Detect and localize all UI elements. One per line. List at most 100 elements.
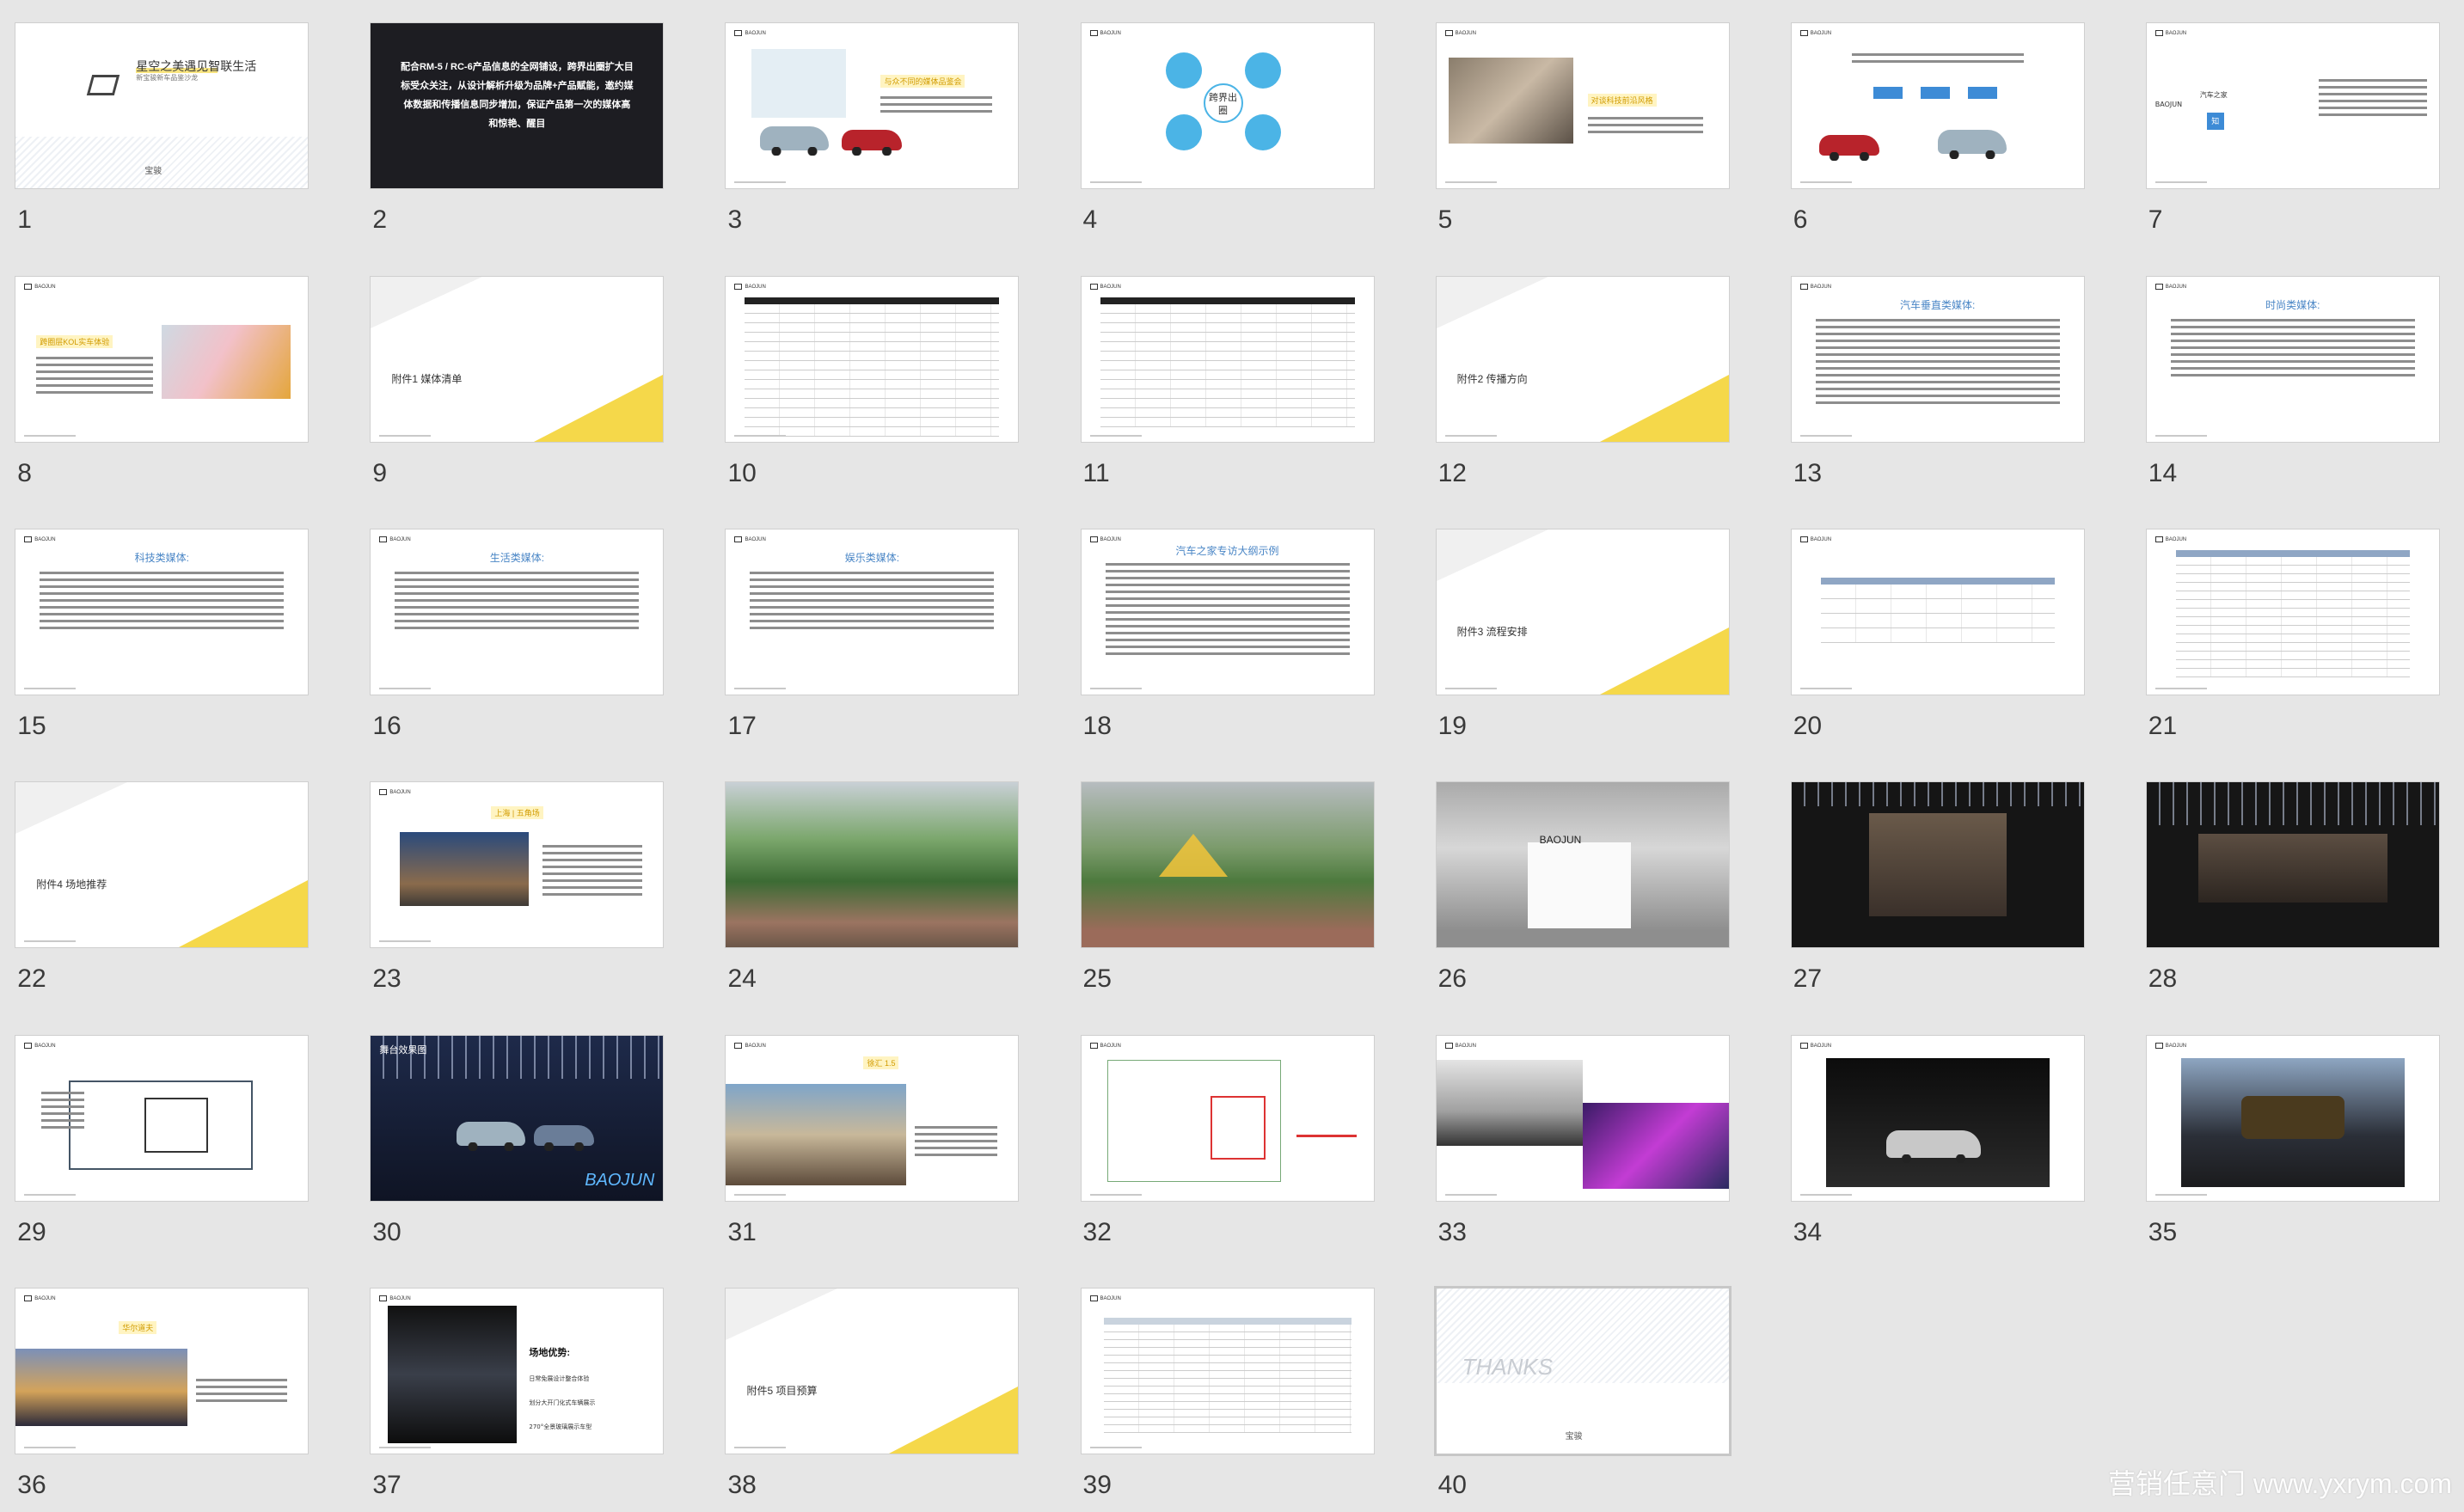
slide-title: 与众不同的媒体品鉴会 xyxy=(880,75,965,89)
slide-preview[interactable]: BAOJUN 场地优势: 日常免展设计整合体验 划分大开门化式车辆展示 270°… xyxy=(371,1289,664,1454)
slide-preview[interactable]: BAOJUN 上海 | 五角场 xyxy=(371,782,664,948)
slide-thumbnail-13[interactable]: BAOJUN 汽车垂直类媒体: 13 xyxy=(1791,276,2084,500)
slide-thumbnail-32[interactable]: BAOJUN 32 xyxy=(1081,1035,1374,1259)
schedule-table xyxy=(1820,578,2055,646)
slide-preview[interactable]: BAOJUN 时尚类媒体: xyxy=(2146,276,2439,442)
slide-thumbnail-34[interactable]: BAOJUN 34 xyxy=(1791,1035,2084,1259)
slide-thumbnail-1[interactable]: 星空之美遇见智联生活 新宝骏新车品鉴沙龙 宝骏 1 xyxy=(15,23,309,247)
venue-photo xyxy=(726,1083,907,1185)
slide-thumbnail-4[interactable]: BAOJUN 跨界出圈 4 xyxy=(1081,23,1374,247)
slide-preview[interactable]: BAOJUN 附件5 项目预算 xyxy=(726,1289,1019,1454)
slide-thumbnail-27[interactable]: 27 xyxy=(1791,782,2084,1006)
slide-thumbnail-39[interactable]: BAOJUN 39 xyxy=(1081,1289,1374,1512)
slide-thumbnail-5[interactable]: BAOJUN 对谈科技前沿风格 5 xyxy=(1436,23,1729,247)
slide-thumbnail-9[interactable]: BAOJUN 附件1 媒体清单 9 xyxy=(371,276,664,500)
slide-title: 科技类媒体: xyxy=(134,552,189,565)
media-table xyxy=(1100,297,1355,427)
brand-mark: 宝骏 xyxy=(1565,1432,1583,1442)
slide-preview[interactable]: BAOJUN 跨圈层KOL实车体验 xyxy=(15,276,309,442)
slide-thumbnail-10[interactable]: BAOJUN 10 xyxy=(726,276,1019,500)
slide-preview[interactable]: BAOJUN 娱乐类媒体: xyxy=(726,530,1019,695)
slide-preview[interactable] xyxy=(1791,782,2084,948)
slide-preview[interactable]: BAOJUN xyxy=(1081,1289,1374,1454)
slide-thumbnail-37[interactable]: BAOJUN 场地优势: 日常免展设计整合体验 划分大开门化式车辆展示 270°… xyxy=(371,1289,664,1512)
slide-preview[interactable]: 星空之美遇见智联生活 新宝骏新车品鉴沙龙 宝骏 xyxy=(15,23,309,189)
slide-preview[interactable]: BAOJUN 华尔道夫 xyxy=(15,1289,309,1454)
slide-title: 生活类媒体: xyxy=(489,552,545,565)
slide-number: 38 xyxy=(727,1471,757,1500)
slide-preview[interactable]: BAOJUN 对谈科技前沿风格 xyxy=(1436,23,1729,189)
slide-number: 16 xyxy=(372,712,401,741)
slide-preview[interactable]: BAOJUN 附件1 媒体清单 xyxy=(371,276,664,442)
slide-preview[interactable]: 舞台效果图 BAOJUN xyxy=(371,1035,664,1201)
slide-preview[interactable]: BAOJUN xyxy=(1436,782,1729,948)
slide-preview[interactable]: BAOJUN 与众不同的媒体品鉴会 xyxy=(726,23,1019,189)
slide-preview[interactable]: BAOJUN xyxy=(1436,1035,1729,1201)
slide-preview[interactable]: BAOJUN xyxy=(2146,1035,2439,1201)
slide-thumbnail-40[interactable]: THANKS 宝骏 40 xyxy=(1436,1289,1729,1512)
slide-thumbnail-21[interactable]: BAOJUN 21 xyxy=(2146,530,2439,753)
slide-preview[interactable]: BAOJUN 附件3 流程安排 xyxy=(1436,530,1729,695)
slide-thumbnail-23[interactable]: BAOJUN 上海 | 五角场 23 xyxy=(371,782,664,1006)
slide-preview[interactable]: BAOJUN xyxy=(1081,276,1374,442)
slide-thumbnail-33[interactable]: BAOJUN 33 xyxy=(1436,1035,1729,1259)
slide-preview[interactable]: BAOJUN xyxy=(726,276,1019,442)
slide-thumbnail-36[interactable]: BAOJUN 华尔道夫 36 xyxy=(15,1289,309,1512)
slide-number: 5 xyxy=(1437,205,1453,235)
slide-preview[interactable]: BAOJUN xyxy=(2146,530,2439,695)
slide-preview[interactable]: BAOJUN xyxy=(15,1035,309,1201)
slide-thumbnail-6[interactable]: BAOJUN 6 xyxy=(1791,23,2084,247)
slide-preview[interactable]: BAOJUN xyxy=(1791,1035,2084,1201)
slide-preview[interactable]: BAOJUN 徐汇 1.5 xyxy=(726,1035,1019,1201)
slide-preview[interactable]: BAOJUN 科技类媒体: xyxy=(15,530,309,695)
slide-thumbnail-3[interactable]: BAOJUN 与众不同的媒体品鉴会 3 xyxy=(726,23,1019,247)
venue-photo xyxy=(400,832,530,907)
slide-preview[interactable]: BAOJUN 汽车垂直类媒体: xyxy=(1791,276,2084,442)
slide-thumbnail-17[interactable]: BAOJUN 娱乐类媒体: 17 xyxy=(726,530,1019,753)
slide-preview[interactable]: BAOJUN 附件2 传播方向 xyxy=(1436,276,1729,442)
slide-preview[interactable]: BAOJUN xyxy=(1791,23,2084,189)
slide-preview[interactable]: BAOJUN 跨界出圈 xyxy=(1081,23,1374,189)
slide-preview[interactable]: BAOJUN 附件4 场地推荐 xyxy=(15,782,309,948)
slide-preview[interactable]: BAOJUN BAOJUN 汽车之家 知 xyxy=(2146,23,2439,189)
slide-thumbnail-14[interactable]: BAOJUN 时尚类媒体: 14 xyxy=(2146,276,2439,500)
slide-preview[interactable]: BAOJUN xyxy=(1791,530,2084,695)
interview-photo xyxy=(1448,58,1573,144)
slide-number: 40 xyxy=(1437,1471,1467,1500)
slide-thumbnail-19[interactable]: BAOJUN 附件3 流程安排 19 xyxy=(1436,530,1729,753)
slide-thumbnail-28[interactable]: 28 xyxy=(2146,782,2439,1006)
slide-number: 28 xyxy=(2148,964,2178,994)
slide-preview[interactable]: THANKS 宝骏 xyxy=(1436,1289,1729,1454)
media-table xyxy=(745,297,1000,437)
slide-thumbnail-24[interactable]: 24 xyxy=(726,782,1019,1006)
slide-thumbnail-15[interactable]: BAOJUN 科技类媒体: 15 xyxy=(15,530,309,753)
slide-thumbnail-8[interactable]: BAOJUN 跨圈层KOL实车体验 8 xyxy=(15,276,309,500)
slide-thumbnail-16[interactable]: BAOJUN 生活类媒体: 16 xyxy=(371,530,664,753)
slide-thumbnail-25[interactable]: 25 xyxy=(1081,782,1374,1006)
slide-thumbnail-30[interactable]: 舞台效果图 BAOJUN 30 xyxy=(371,1035,664,1259)
budget-table xyxy=(1103,1318,1352,1434)
slide-thumbnail-12[interactable]: BAOJUN 附件2 传播方向 12 xyxy=(1436,276,1729,500)
slide-thumbnail-31[interactable]: BAOJUN 徐汇 1.5 31 xyxy=(726,1035,1019,1259)
slide-preview[interactable]: BAOJUN 生活类媒体: xyxy=(371,530,664,695)
slide-number: 27 xyxy=(1793,964,1823,994)
logo-zhihu: 知 xyxy=(2206,113,2224,131)
slide-preview[interactable] xyxy=(1081,782,1374,948)
slide-thumbnail-29[interactable]: BAOJUN 29 xyxy=(15,1035,309,1259)
slide-thumbnail-2[interactable]: 配合RM-5 / RC-6产品信息的全网铺设，跨界出圈扩大目标受众关注，从设计解… xyxy=(371,23,664,247)
slide-thumbnail-35[interactable]: BAOJUN 35 xyxy=(2146,1035,2439,1259)
slide-thumbnail-22[interactable]: BAOJUN 附件4 场地推荐 22 xyxy=(15,782,309,1006)
slide-preview[interactable]: 配合RM-5 / RC-6产品信息的全网铺设，跨界出圈扩大目标受众关注，从设计解… xyxy=(371,23,664,189)
slide-preview[interactable] xyxy=(726,782,1019,948)
slide-preview[interactable] xyxy=(2146,782,2439,948)
slide-preview[interactable]: BAOJUN 汽车之家专访大纲示例 xyxy=(1081,530,1374,695)
slide-thumbnail-7[interactable]: BAOJUN BAOJUN 汽车之家 知 7 xyxy=(2146,23,2439,247)
slide-thumbnail-18[interactable]: BAOJUN 汽车之家专访大纲示例 18 xyxy=(1081,530,1374,753)
slide-title: 时尚类媒体: xyxy=(2265,298,2320,311)
slide-thumbnail-38[interactable]: BAOJUN 附件5 项目预算 38 xyxy=(726,1289,1019,1512)
slide-thumbnail-26[interactable]: BAOJUN 26 xyxy=(1436,782,1729,1006)
venue-photo xyxy=(726,782,1019,948)
slide-thumbnail-11[interactable]: BAOJUN 11 xyxy=(1081,276,1374,500)
slide-preview[interactable]: BAOJUN xyxy=(1081,1035,1374,1201)
slide-thumbnail-20[interactable]: BAOJUN 20 xyxy=(1791,530,2084,753)
